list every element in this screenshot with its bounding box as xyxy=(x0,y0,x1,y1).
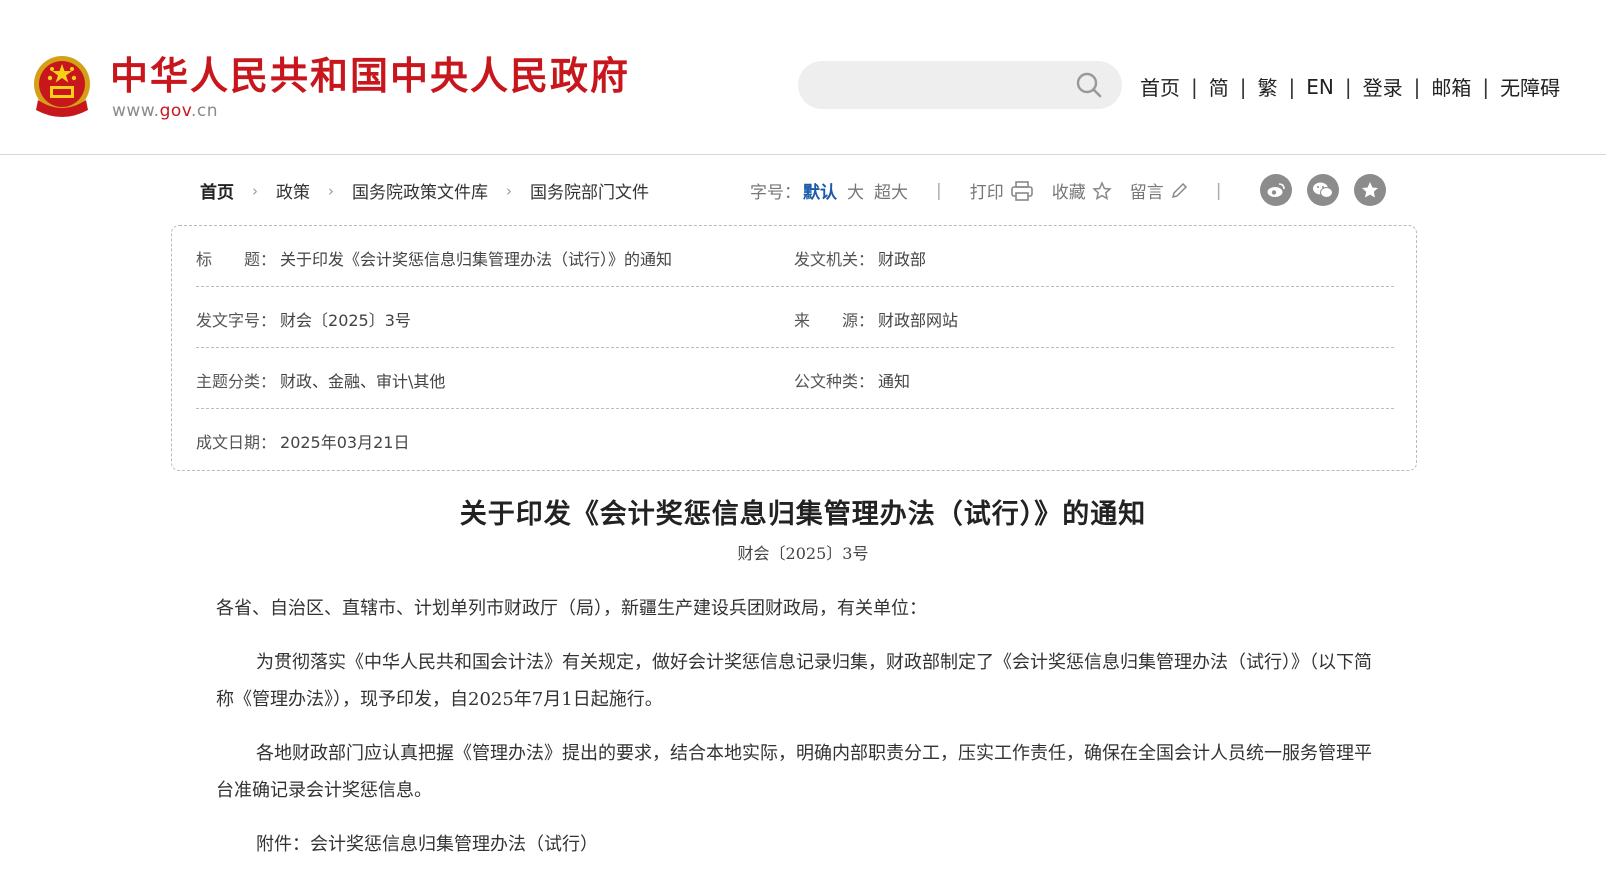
share-bar xyxy=(1260,174,1401,206)
article-attachment[interactable]: 附件：会计奖惩信息归集管理办法（试行） xyxy=(216,826,1378,863)
info-cell-issuer: 发文机关： 财政部 xyxy=(794,246,926,270)
info-label: 公文种类： xyxy=(794,372,875,391)
nav-login[interactable]: 登录 xyxy=(1363,72,1403,101)
top-nav: 首页 | 简 | 繁 | EN | 登录 | 邮箱 | 无障碍 xyxy=(1140,72,1560,101)
article-title: 关于印发《会计奖惩信息归集管理办法（试行）》的通知 xyxy=(459,499,1147,530)
nav-simplified[interactable]: 简 xyxy=(1209,72,1229,101)
site-header: 中华人民共和国中央人民政府 www.gov.cn 首页 | 简 | 繁 | EN | 登… xyxy=(0,0,1606,155)
article-body: 各省、自治区、直辖市、计划单列市财政厅（局），新疆生产建设兵团财政局，有关单位：… xyxy=(216,590,1378,880)
document-info-table: 标 题： 关于印发《会计奖惩信息归集管理办法（试行）》的通知 发文机关： 财政部 发… xyxy=(171,225,1417,471)
info-row: 发文字号： 财会〔2025〕3号 来 源： 财政部网站 xyxy=(196,287,1394,348)
print-button[interactable]: 打印 xyxy=(970,178,1034,203)
breadcrumb-policy[interactable]: 政策 xyxy=(276,178,310,203)
info-value: 关于印发《会计奖惩信息归集管理办法（试行）》的通知 xyxy=(280,250,673,269)
star-icon xyxy=(1091,180,1112,200)
info-value: 2025年03月21日 xyxy=(280,433,410,452)
article-tools: 字号： 默认 大 超大 | 打印 收藏 留言 | xyxy=(750,178,1249,204)
article-addressee: 各省、自治区、直辖市、计划单列市财政厅（局），新疆生产建设兵团财政局，有关单位： xyxy=(216,598,927,619)
font-size-large[interactable]: 大 xyxy=(847,178,864,203)
info-label: 标 题： xyxy=(196,250,277,269)
nav-accessibility[interactable]: 无障碍 xyxy=(1500,72,1560,101)
nav-mail[interactable]: 邮箱 xyxy=(1431,72,1471,101)
info-cell-title: 标 题： 关于印发《会计奖惩信息归集管理办法（试行）》的通知 xyxy=(196,246,672,270)
info-label: 成文日期： xyxy=(196,433,277,452)
search-input[interactable] xyxy=(816,69,1066,101)
info-label: 发文机关： xyxy=(794,250,875,269)
info-cell-source: 来 源： 财政部网站 xyxy=(794,307,958,331)
print-label: 打印 xyxy=(969,183,1004,203)
info-row: 成文日期： 2025年03月21日 xyxy=(196,409,1394,470)
nav-home[interactable]: 首页 xyxy=(1140,72,1180,101)
site-title[interactable]: 中华人民共和国中央人民政府 xyxy=(110,52,630,100)
printer-icon xyxy=(1010,180,1033,201)
comment-label: 留言 xyxy=(1129,183,1164,203)
info-label: 来 源： xyxy=(794,311,875,330)
breadcrumb-home[interactable]: 首页 xyxy=(200,178,234,203)
info-label: 发文字号： xyxy=(196,311,277,330)
info-label: 主题分类： xyxy=(196,372,277,391)
info-value: 通知 xyxy=(878,372,911,391)
info-row: 主题分类： 财政、金融、审计\其他 公文种类： 通知 xyxy=(196,348,1394,409)
star-circle-icon[interactable] xyxy=(1354,174,1386,206)
search-box xyxy=(798,61,1122,109)
tools-divider: | xyxy=(936,180,942,201)
chevron-right-icon: › xyxy=(252,181,258,200)
info-cell-docno: 发文字号： 财会〔2025〕3号 xyxy=(196,307,411,331)
article-paragraph: 各地财政部门应认真把握《管理办法》提出的要求，结合本地实际，明确内部职责分工，压… xyxy=(216,743,1372,801)
nav-separator: | xyxy=(1413,74,1421,99)
domain-suffix: .cn xyxy=(191,101,219,121)
article-doc-number: 财会〔2025〕3号 xyxy=(737,544,869,563)
nav-english[interactable]: EN xyxy=(1306,75,1334,99)
tools-divider: | xyxy=(1215,180,1222,201)
site-domain: www.gov.cn xyxy=(112,101,218,121)
chevron-right-icon: › xyxy=(328,181,334,200)
breadcrumb-policy-library[interactable]: 国务院政策文件库 xyxy=(352,178,488,203)
info-value: 财政部网站 xyxy=(878,311,959,330)
nav-separator: | xyxy=(1191,74,1198,99)
breadcrumb: 首页 › 政策 › 国务院政策文件库 › 国务院部门文件 xyxy=(200,178,649,204)
info-cell-type: 公文种类： 通知 xyxy=(794,368,910,392)
search-icon[interactable] xyxy=(1076,72,1102,98)
favorite-label: 收藏 xyxy=(1051,183,1086,203)
nav-separator: | xyxy=(1288,74,1296,99)
info-row: 标 题： 关于印发《会计奖惩信息归集管理办法（试行）》的通知 发文机关： 财政部 xyxy=(196,226,1394,287)
font-size-label: 字号： xyxy=(750,183,801,203)
info-cell-topic: 主题分类： 财政、金融、审计\其他 xyxy=(196,368,445,392)
comment-button[interactable]: 留言 xyxy=(1130,178,1188,203)
weibo-icon[interactable] xyxy=(1260,174,1292,206)
info-cell-date: 成文日期： 2025年03月21日 xyxy=(196,429,409,453)
nav-traditional[interactable]: 繁 xyxy=(1258,72,1278,101)
wechat-icon[interactable] xyxy=(1307,174,1339,206)
nav-separator: | xyxy=(1239,74,1247,99)
pencil-icon xyxy=(1171,182,1187,198)
info-value: 财政、金融、审计\其他 xyxy=(280,372,446,391)
chevron-right-icon: › xyxy=(506,181,512,200)
nav-separator: | xyxy=(1344,74,1352,99)
article-paragraph: 为贯彻落实《中华人民共和国会计法》有关规定，做好会计奖惩信息记录归集，财政部制定… xyxy=(216,652,1372,710)
national-emblem-icon[interactable] xyxy=(30,54,94,122)
favorite-button[interactable]: 收藏 xyxy=(1052,178,1112,203)
font-size-xlarge[interactable]: 超大 xyxy=(874,178,908,203)
nav-separator: | xyxy=(1482,74,1490,99)
domain-gov: gov xyxy=(159,101,191,121)
info-value: 财会〔2025〕3号 xyxy=(280,311,411,330)
font-size-default[interactable]: 默认 xyxy=(803,178,837,203)
info-value: 财政部 xyxy=(878,250,927,269)
breadcrumb-department-docs[interactable]: 国务院部门文件 xyxy=(530,178,649,203)
domain-prefix: www. xyxy=(112,101,160,121)
